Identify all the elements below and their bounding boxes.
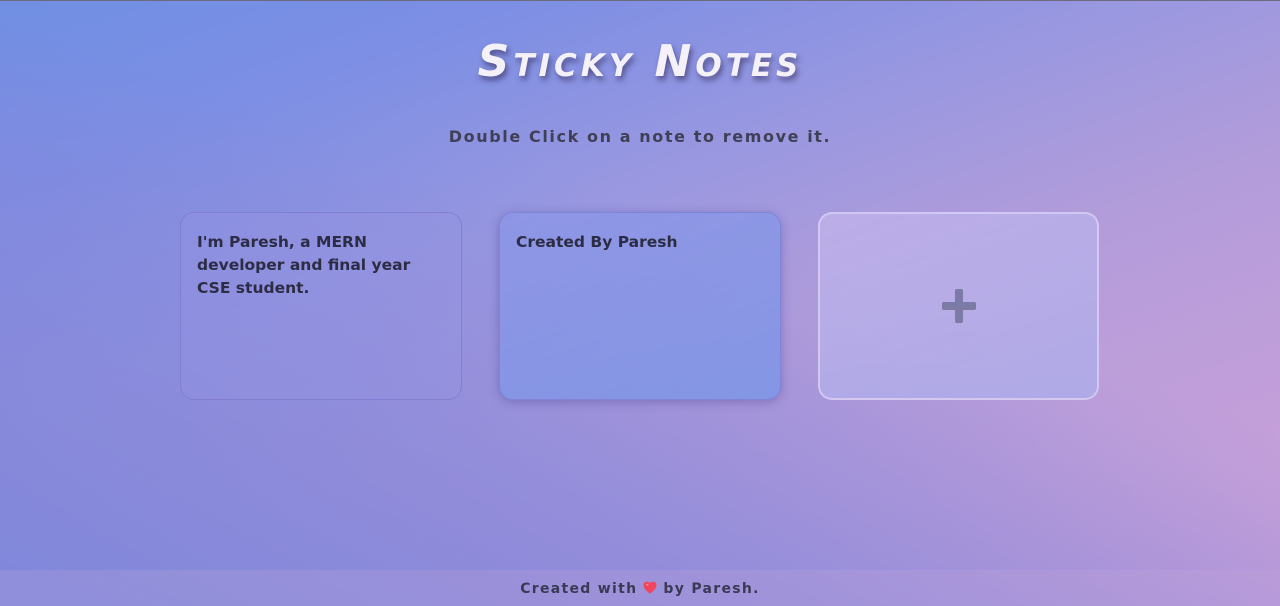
footer-prefix: Created with [520,581,638,597]
sticky-note[interactable]: I'm Paresh, a MERN developer and final y… [180,212,462,400]
heart-icon [643,581,657,594]
add-note-button[interactable] [818,212,1099,400]
top-border [0,0,1280,1]
footer-suffix: by Paresh. [663,581,760,597]
note-text: Created By Paresh [516,233,678,251]
page-subtitle: Double Click on a note to remove it. [448,127,832,146]
plus-icon [941,289,976,323]
sticky-note[interactable]: Created By Paresh [499,212,781,400]
footer: Created with by Paresh. [0,570,1280,606]
note-text: I'm Paresh, a MERN developer and final y… [197,233,411,297]
page-title: Sticky Notes [477,36,803,87]
